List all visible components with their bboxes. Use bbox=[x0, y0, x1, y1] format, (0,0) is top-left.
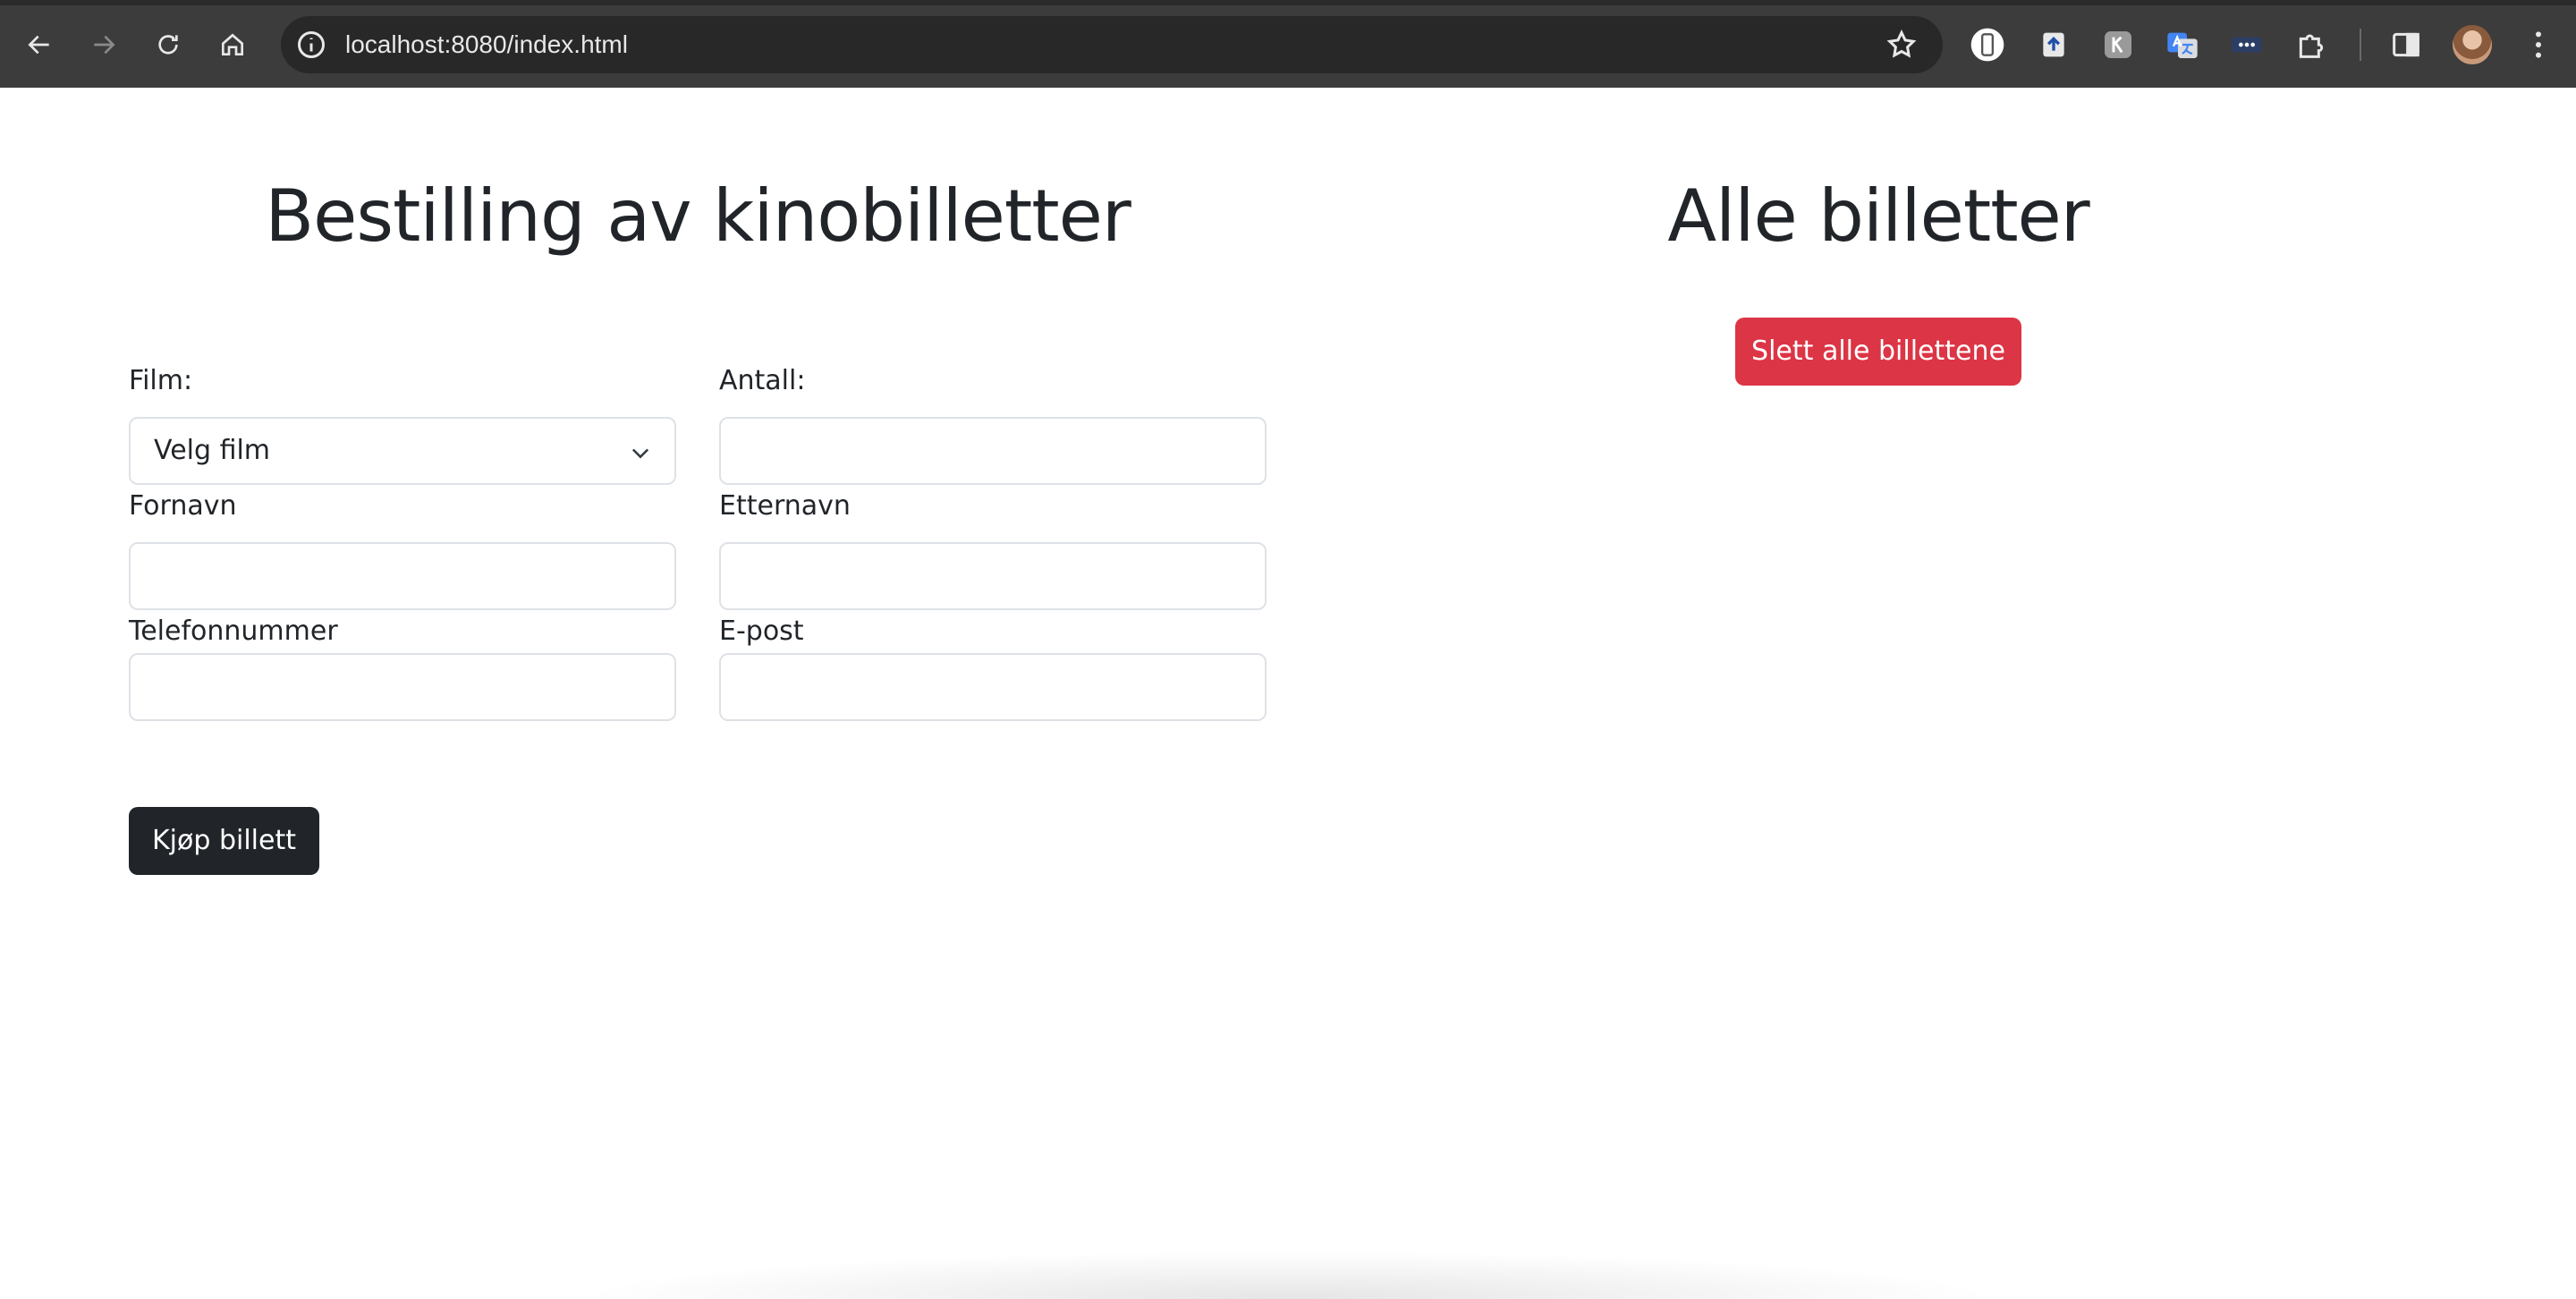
order-title: Bestilling av kinobilletter bbox=[265, 174, 1131, 258]
reload-icon[interactable] bbox=[147, 23, 190, 66]
page-bottom-shadow bbox=[572, 1251, 2004, 1299]
translate-k-icon[interactable] bbox=[2098, 25, 2138, 64]
page-content: Bestilling av kinobilletter Film: Velg f… bbox=[0, 88, 2576, 1299]
address-bar[interactable]: localhost:8080/index.html bbox=[281, 16, 1943, 73]
film-label: Film: bbox=[129, 365, 193, 396]
film-select-value: Velg film bbox=[154, 435, 271, 466]
delete-all-tickets-button[interactable]: Slett alle billettene bbox=[1735, 318, 2021, 386]
etternavn-input[interactable] bbox=[719, 542, 1267, 610]
tab-strip-edge bbox=[0, 0, 2576, 5]
kebab-menu-icon[interactable] bbox=[2519, 25, 2558, 64]
buy-ticket-button[interactable]: Kjøp billett bbox=[129, 807, 319, 875]
antall-input[interactable] bbox=[719, 417, 1267, 485]
puzzle-icon[interactable] bbox=[2292, 25, 2331, 64]
antall-label: Antall: bbox=[719, 365, 806, 396]
star-icon[interactable] bbox=[1885, 29, 1918, 61]
fornavn-label: Fornavn bbox=[129, 490, 237, 522]
phone-frame-icon[interactable] bbox=[1968, 25, 2007, 64]
browser-toolbar: localhost:8080/index.html bbox=[0, 0, 2576, 88]
film-select[interactable]: Velg film bbox=[129, 417, 676, 485]
forward-arrow-icon[interactable] bbox=[82, 23, 125, 66]
tickets-title: Alle billetter bbox=[1667, 174, 2089, 258]
toolbar-separator bbox=[2360, 29, 2361, 61]
upload-icon[interactable] bbox=[2034, 25, 2073, 64]
chevron-down-icon bbox=[628, 440, 653, 465]
etternavn-label: Etternavn bbox=[719, 490, 851, 522]
home-icon[interactable] bbox=[211, 23, 254, 66]
epost-input[interactable] bbox=[719, 653, 1267, 721]
profile-avatar[interactable] bbox=[2453, 25, 2492, 64]
epost-label: E-post bbox=[719, 616, 804, 647]
url-text[interactable]: localhost:8080/index.html bbox=[345, 30, 628, 59]
info-icon[interactable] bbox=[295, 29, 327, 61]
password-dots-icon[interactable] bbox=[2227, 25, 2267, 64]
back-arrow-icon[interactable] bbox=[18, 23, 61, 66]
fornavn-input[interactable] bbox=[129, 542, 676, 610]
side-panel-icon[interactable] bbox=[2386, 25, 2426, 64]
google-translate-icon[interactable] bbox=[2163, 25, 2202, 64]
telefon-input[interactable] bbox=[129, 653, 676, 721]
telefon-label: Telefonnummer bbox=[129, 616, 338, 647]
